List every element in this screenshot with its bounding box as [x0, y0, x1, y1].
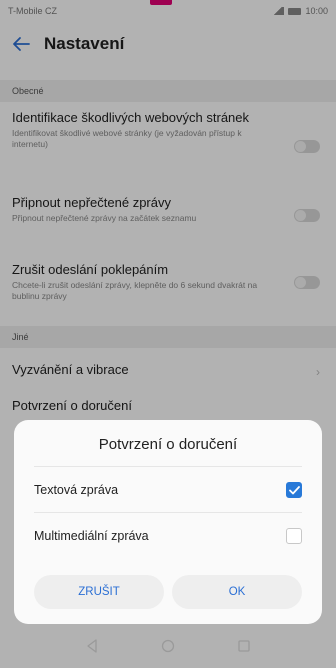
option-label: Multimediální zpráva [34, 529, 149, 543]
divider [34, 466, 302, 467]
dialog-title: Potvrzení o doručení [98, 436, 238, 453]
delivery-report-dialog: Potvrzení o doručení Textová zpráva Mult… [14, 420, 322, 624]
divider [34, 512, 302, 513]
nav-back-icon[interactable] [85, 639, 99, 653]
option-label: Textová zpráva [34, 483, 119, 497]
multimedia-message-checkbox[interactable] [286, 528, 302, 544]
option-multimedia-message[interactable]: Multimediální zpráva [34, 524, 302, 548]
navigation-bar [0, 624, 336, 668]
ok-button[interactable]: OK [172, 575, 302, 609]
cancel-button[interactable]: ZRUŠIT [34, 575, 164, 609]
option-text-message[interactable]: Textová zpráva [34, 478, 302, 502]
text-message-checkbox[interactable] [286, 482, 302, 498]
nav-recent-apps-icon[interactable] [237, 639, 251, 653]
checkmark-icon [288, 485, 300, 494]
nav-home-icon[interactable] [161, 639, 175, 653]
